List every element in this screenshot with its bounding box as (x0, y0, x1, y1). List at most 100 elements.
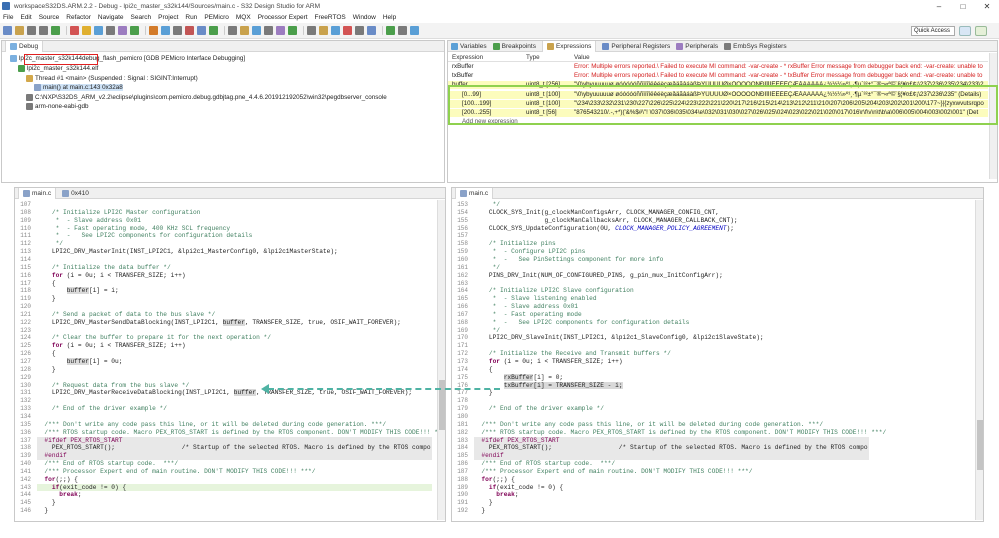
menu-refactor[interactable]: Refactor (66, 14, 91, 21)
suspend-icon[interactable] (82, 26, 91, 35)
code-line[interactable]: LPI2C_DRV_MasterReceiveDataBlocking(INST… (37, 389, 432, 397)
expression-row[interactable]: rxBuffer Error: Multiple errors reported.… (448, 63, 988, 71)
save-icon[interactable] (15, 26, 24, 35)
menu-freertos[interactable]: FreeRTOS (315, 14, 346, 21)
maximize-button[interactable]: □ (951, 2, 975, 11)
code-line[interactable]: /*** End of RTOS startup code. ***/ (474, 460, 869, 468)
left-editor-scrollbar[interactable] (437, 200, 445, 520)
code-line[interactable] (37, 327, 432, 335)
code-line[interactable]: #endif (37, 452, 432, 460)
menu-window[interactable]: Window (353, 14, 376, 21)
code-line[interactable]: /* Initialize LPI2C Master configuration (37, 209, 432, 217)
code-line[interactable]: } (37, 499, 432, 507)
right-editor-scrollbar[interactable] (975, 200, 983, 520)
prev-annotation-icon[interactable] (228, 26, 237, 35)
code-line[interactable]: } (37, 507, 432, 515)
code-line[interactable]: */ (474, 201, 869, 209)
code-line[interactable]: /* Send a packet of data to the bus slav… (37, 311, 432, 319)
code-line[interactable]: /*** RTOS startup code. Macro PEX_RTOS_S… (474, 429, 886, 437)
code-line[interactable]: rxBuffer[i] = 0; (474, 373, 869, 382)
gdb-item[interactable]: arm-none-eabi-gdb (26, 103, 89, 110)
profile-icon[interactable] (398, 26, 407, 35)
tab-embsys-registers[interactable]: EmbSys Registers (724, 42, 787, 50)
code-line[interactable]: #ifdef PEX_RTOS_START (37, 436, 432, 445)
terminate-icon[interactable] (70, 26, 79, 35)
menu-search[interactable]: Search (131, 14, 152, 21)
console-icon[interactable] (386, 26, 395, 35)
code-line[interactable] (474, 397, 869, 405)
next-annotation-icon[interactable] (209, 26, 218, 35)
code-line[interactable]: for (i = 0u; i < TRANSFER_SIZE; i++) (37, 342, 432, 350)
code-line[interactable]: /* End of the driver example */ (474, 405, 869, 413)
code-line[interactable]: /*** Don't write any code pass this line… (37, 421, 432, 429)
close-button[interactable]: ✕ (975, 2, 999, 11)
menu-pemicro[interactable]: PEMicro (204, 14, 229, 21)
code-line[interactable]: break; (37, 491, 432, 499)
code-line[interactable]: /* End of the driver example */ (37, 405, 432, 413)
open-type-icon[interactable] (197, 26, 206, 35)
step-return-icon[interactable] (118, 26, 127, 35)
code-line[interactable] (474, 280, 869, 288)
save-all-icon[interactable] (27, 26, 36, 35)
menu-run[interactable]: Run (185, 14, 197, 21)
code-line[interactable]: LPI2C_DRV_MasterInit(INST_LPI2C1, &lpi2c… (37, 248, 432, 256)
tab-expressions[interactable]: Expressions (541, 41, 597, 52)
code-line[interactable]: for(;;) { (474, 476, 869, 484)
code-line[interactable]: * - Slave address 0x01 (37, 217, 432, 225)
external-tools-icon[interactable] (161, 26, 170, 35)
editor-tab-0x410[interactable]: 0x410 (62, 189, 89, 197)
tab-peripheral-registers[interactable]: Peripheral Registers (602, 42, 670, 50)
code-line[interactable]: LPI2C_DRV_MasterSendDataBlocking(INST_LP… (37, 318, 432, 327)
code-line[interactable]: * - Fast operating mode (474, 311, 869, 319)
code-line[interactable]: /* Initialize LPI2C Slave configuration (474, 287, 869, 295)
code-line[interactable]: } (474, 389, 869, 397)
perspective-icon[interactable] (959, 26, 971, 36)
code-line[interactable]: #ifdef PEX_RTOS_START (474, 436, 869, 445)
code-line[interactable]: */ (474, 264, 869, 272)
code-line[interactable] (37, 397, 432, 405)
disconnect-icon[interactable] (343, 26, 352, 35)
code-line[interactable] (474, 342, 869, 350)
stack-frame-item[interactable]: main() at main.c:143 0x32a8 (34, 84, 123, 91)
tab-breakpoints[interactable]: Breakpoints (492, 42, 536, 50)
code-line[interactable]: PEX_RTOS_START(); /* Startup of the sele… (37, 444, 432, 453)
print-icon[interactable] (39, 26, 48, 35)
code-line[interactable]: * - Fast operating mode, 400 KHz SCL fre… (37, 225, 432, 233)
run-icon[interactable] (130, 26, 139, 35)
new-icon[interactable] (3, 26, 12, 35)
right-scroll-thumb[interactable] (977, 420, 983, 470)
memory-icon[interactable] (367, 26, 376, 35)
clean-icon[interactable] (288, 26, 297, 35)
code-line[interactable]: CLOCK_SYS_UpdateConfiguration(0U, CLOCK_… (474, 225, 869, 233)
code-line[interactable]: for (i = 0u; i < TRANSFER_SIZE; i++) (37, 272, 432, 280)
code-line[interactable]: /*** Don't write any code pass this line… (474, 421, 869, 429)
code-line[interactable]: /* Initialize the Receive and Transmit b… (474, 350, 869, 358)
pin-icon[interactable] (264, 26, 273, 35)
code-line[interactable] (37, 303, 432, 311)
back-icon[interactable] (240, 26, 249, 35)
code-line[interactable]: #endif (474, 452, 869, 460)
settings-icon[interactable] (410, 26, 419, 35)
menu-mqx[interactable]: MQX (236, 14, 251, 21)
gdbserver-item[interactable]: C:\NXP\S32DS_ARM_v2.2\eclipse\plugins\co… (26, 94, 387, 101)
stop-icon[interactable] (185, 26, 194, 35)
code-line[interactable]: break; (474, 491, 869, 499)
code-line[interactable]: { (37, 280, 432, 288)
menu-processor-expert[interactable]: Processor Expert (258, 14, 308, 21)
code-line[interactable]: } (37, 366, 432, 374)
code-line[interactable]: * - See LPI2C components for configurati… (37, 232, 432, 240)
code-line[interactable]: { (474, 366, 869, 374)
code-line[interactable]: CLOCK_SYS_Init(g_clockManConfigsArr, CLO… (474, 209, 869, 217)
code-line[interactable]: /* Clear the buffer to prepare it for th… (37, 334, 432, 342)
code-line[interactable]: } (474, 499, 869, 507)
code-line[interactable]: /* Initialize pins (474, 240, 869, 248)
resume-icon[interactable] (51, 26, 60, 35)
tab-peripherals[interactable]: Peripherals (676, 42, 718, 50)
code-line[interactable]: for(;;) { (37, 476, 432, 484)
code-line[interactable]: * - Configure LPI2C pins (474, 248, 869, 256)
code-line[interactable]: */ (474, 327, 869, 335)
tab-variables[interactable]: Variables (451, 42, 487, 50)
code-line[interactable]: /* Initialize the data buffer */ (37, 264, 432, 272)
menu-source[interactable]: Source (39, 14, 60, 21)
code-line[interactable]: for (i = 0u; i < TRANSFER_SIZE; i++) (474, 358, 869, 366)
